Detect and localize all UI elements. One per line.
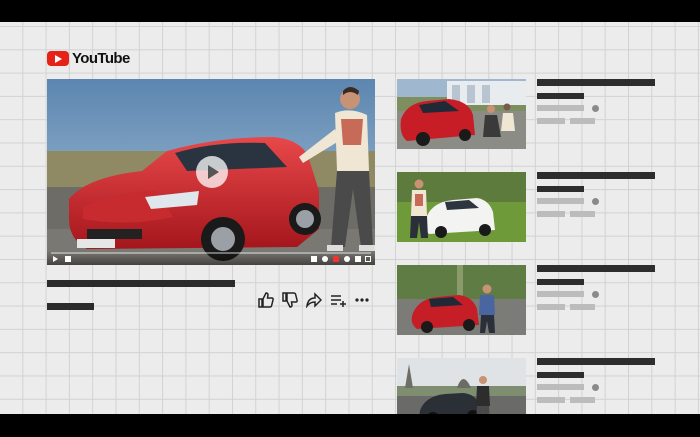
recommendation-views-placeholder — [537, 118, 565, 124]
verified-badge-icon — [592, 291, 599, 298]
verified-badge-icon — [592, 384, 599, 391]
recommendation-views-placeholder — [537, 397, 565, 403]
channel-name-placeholder — [47, 303, 94, 310]
autoplay-icon[interactable] — [344, 256, 350, 262]
progress-bar[interactable] — [51, 252, 371, 254]
subtitles-icon[interactable] — [311, 256, 317, 262]
recommendation-title-line2-placeholder — [537, 279, 584, 285]
recommendation-channel-placeholder — [537, 105, 584, 111]
play-button[interactable] — [196, 156, 228, 188]
recommendation-title-placeholder — [537, 265, 655, 272]
recommendation-views-placeholder — [537, 304, 565, 310]
recommendation-title-line2-placeholder — [537, 372, 584, 378]
screen-background: YouTube — [0, 22, 700, 414]
dislike-icon[interactable] — [282, 292, 298, 308]
recommendation-age-placeholder — [570, 211, 595, 217]
recommendation-title-line2-placeholder — [537, 93, 584, 99]
recommendation-title-line2-placeholder — [537, 186, 584, 192]
recommendation-channel-placeholder — [537, 198, 584, 204]
recommendation-channel-placeholder — [537, 291, 584, 297]
verified-badge-icon — [592, 198, 599, 205]
settings-icon[interactable] — [322, 256, 328, 262]
recommendation-title-placeholder — [537, 172, 655, 179]
recommendation-title-placeholder — [537, 358, 655, 365]
miniplayer-icon[interactable] — [333, 256, 339, 262]
youtube-logo-icon — [47, 51, 69, 66]
recommendation-age-placeholder — [570, 304, 595, 310]
recommendation-thumbnail[interactable] — [397, 172, 526, 242]
youtube-logo[interactable]: YouTube — [47, 50, 130, 67]
fullscreen-icon[interactable] — [365, 256, 371, 262]
volume-icon[interactable] — [65, 256, 71, 262]
recommendation-channel-placeholder — [537, 384, 584, 390]
recommendation-thumbnail[interactable] — [397, 265, 526, 335]
recommendation-age-placeholder — [570, 118, 595, 124]
more-icon[interactable] — [354, 292, 370, 308]
recommendation-thumbnail[interactable] — [397, 358, 526, 414]
brand-name: YouTube — [72, 50, 130, 67]
like-icon[interactable] — [258, 292, 274, 308]
video-title-placeholder — [47, 280, 235, 287]
play-icon[interactable] — [53, 256, 58, 262]
video-player[interactable] — [47, 79, 375, 265]
recommendation-views-placeholder — [537, 211, 565, 217]
theater-icon[interactable] — [355, 256, 361, 262]
recommendation-age-placeholder — [570, 397, 595, 403]
recommendation-title-placeholder — [537, 79, 655, 86]
save-icon[interactable] — [330, 292, 346, 308]
share-icon[interactable] — [306, 292, 322, 308]
recommendation-thumbnail[interactable] — [397, 79, 526, 149]
verified-badge-icon — [592, 105, 599, 112]
player-controls — [47, 251, 375, 265]
